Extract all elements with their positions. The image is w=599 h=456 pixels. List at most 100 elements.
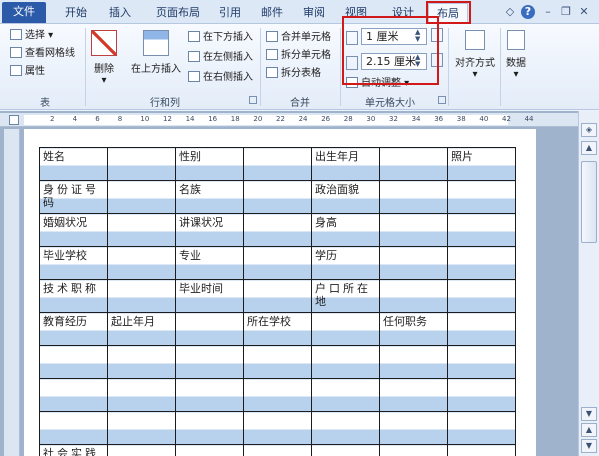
table-cell[interactable]: 户口所在地 <box>311 279 380 313</box>
delete-button[interactable]: 删除 ▾ <box>88 30 120 86</box>
table-cell[interactable] <box>175 345 244 379</box>
cell-size-dialog-launcher-icon[interactable] <box>438 96 446 104</box>
table-cell[interactable]: 身份证号码 <box>39 180 108 214</box>
table-cell[interactable] <box>379 213 448 247</box>
table-cell[interactable] <box>243 180 312 214</box>
table-cell[interactable]: 性别 <box>175 147 244 181</box>
table-cell[interactable] <box>107 180 176 214</box>
table-cell[interactable]: 名族 <box>175 180 244 214</box>
rows-cols-dialog-launcher-icon[interactable] <box>249 96 257 104</box>
horizontal-ruler[interactable]: 2 4 6 8 10 12 14 16 18 20 22 24 26 28 30 32 34 36 38 40 42 44 <box>0 113 578 127</box>
table-cell[interactable] <box>447 246 516 280</box>
table-cell[interactable] <box>311 345 380 379</box>
tab-mailings[interactable]: 邮件 <box>254 3 290 23</box>
table-cell[interactable] <box>107 411 176 445</box>
table-cell[interactable] <box>107 378 176 412</box>
table-cell[interactable] <box>243 213 312 247</box>
table-cell[interactable]: 毕业时间 <box>175 279 244 313</box>
table-cell[interactable]: 任何职务 <box>379 312 448 346</box>
resume-table[interactable]: 姓名 性别 出生年月 照片 身份证号码 名族 政治面貌 婚姻状况 讲课状况 身高 毕业学校 专业 学历技… <box>39 147 516 456</box>
table-cell[interactable]: 身高 <box>311 213 380 247</box>
merge-cells-button[interactable]: 合并单元格 <box>266 30 331 46</box>
table-cell[interactable] <box>243 411 312 445</box>
table-cell[interactable] <box>311 378 380 412</box>
table-cell[interactable] <box>39 345 108 379</box>
table-cell[interactable] <box>447 213 516 247</box>
table-cell[interactable] <box>175 411 244 445</box>
table-cell[interactable] <box>107 444 176 456</box>
table-cell[interactable]: 教育经历 <box>39 312 108 346</box>
table-cell[interactable] <box>447 180 516 214</box>
table-cell[interactable]: 技术职称 <box>39 279 108 313</box>
tab-insert[interactable]: 插入 <box>102 3 138 23</box>
table-cell[interactable] <box>447 345 516 379</box>
properties-button[interactable]: 属性 <box>10 64 45 80</box>
tab-page-layout[interactable]: 页面布局 <box>148 3 208 23</box>
restore-window-icon[interactable]: ❐ <box>559 5 573 19</box>
table-cell[interactable] <box>107 246 176 280</box>
tab-file[interactable]: 文件 <box>2 2 46 23</box>
table-cell[interactable] <box>379 180 448 214</box>
table-cell[interactable] <box>447 411 516 445</box>
table-cell[interactable] <box>379 345 448 379</box>
tab-references[interactable]: 引用 <box>212 3 248 23</box>
table-cell[interactable] <box>379 246 448 280</box>
split-table-button[interactable]: 拆分表格 <box>266 66 321 82</box>
table-cell[interactable] <box>107 147 176 181</box>
vertical-scrollbar[interactable]: ◈ ▲ ▼ ▲ ▼ <box>578 111 599 456</box>
table-cell[interactable]: 起止年月 <box>107 312 176 346</box>
table-cell[interactable] <box>107 345 176 379</box>
table-cell[interactable] <box>311 411 380 445</box>
table-cell[interactable] <box>175 378 244 412</box>
table-cell[interactable]: 照片 <box>447 147 516 181</box>
insert-right-button[interactable]: 在右侧插入 <box>188 70 253 86</box>
scroll-down-icon[interactable]: ▼ <box>581 407 597 421</box>
table-cell[interactable] <box>311 312 380 346</box>
table-cell[interactable]: 专业 <box>175 246 244 280</box>
table-cell[interactable] <box>447 378 516 412</box>
table-cell[interactable]: 政治面貌 <box>311 180 380 214</box>
table-cell[interactable] <box>447 444 516 456</box>
table-cell[interactable] <box>379 411 448 445</box>
view-gridlines-button[interactable]: 查看网格线 <box>10 46 75 62</box>
table-cell[interactable]: 所在学校 <box>243 312 312 346</box>
table-cell[interactable]: 社会实践 <box>39 444 108 456</box>
split-cells-button[interactable]: 拆分单元格 <box>266 48 331 64</box>
tab-review[interactable]: 审阅 <box>296 3 332 23</box>
vertical-ruler[interactable] <box>4 129 20 456</box>
tab-home[interactable]: 开始 <box>58 3 94 23</box>
table-cell[interactable]: 学历 <box>311 246 380 280</box>
table-cell[interactable] <box>107 213 176 247</box>
ruler-toggle-icon[interactable]: ◈ <box>581 123 597 137</box>
table-cell[interactable]: 出生年月 <box>311 147 380 181</box>
minimize-window-icon[interactable]: – <box>541 5 555 19</box>
table-cell[interactable] <box>243 147 312 181</box>
table-cell[interactable] <box>243 246 312 280</box>
table-cell[interactable] <box>39 411 108 445</box>
table-cell[interactable] <box>107 279 176 313</box>
insert-left-button[interactable]: 在左侧插入 <box>188 50 253 66</box>
table-cell[interactable]: 毕业学校 <box>39 246 108 280</box>
table-cell[interactable] <box>379 147 448 181</box>
table-cell[interactable] <box>379 444 448 456</box>
table-cell[interactable]: 婚姻状况 <box>39 213 108 247</box>
scroll-thumb[interactable] <box>581 161 597 243</box>
table-cell[interactable] <box>39 378 108 412</box>
table-cell[interactable] <box>175 444 244 456</box>
table-cell[interactable] <box>379 279 448 313</box>
scroll-up-icon[interactable]: ▲ <box>581 141 597 155</box>
table-cell[interactable] <box>175 312 244 346</box>
minimize-ribbon-icon[interactable]: ◇ <box>503 5 517 19</box>
insert-above-button[interactable]: 在上方插入 <box>128 30 184 75</box>
alignment-button[interactable]: 对齐方式 ▾ <box>452 30 498 80</box>
table-cell[interactable] <box>447 312 516 346</box>
table-cell[interactable] <box>243 345 312 379</box>
previous-page-icon[interactable]: ▲ <box>581 423 597 437</box>
table-cell[interactable] <box>379 378 448 412</box>
table-cell[interactable]: 姓名 <box>39 147 108 181</box>
table-cell[interactable] <box>243 279 312 313</box>
close-window-icon[interactable]: ✕ <box>577 5 591 19</box>
tab-selector-icon[interactable] <box>9 115 19 125</box>
next-page-icon[interactable]: ▼ <box>581 439 597 453</box>
table-cell[interactable] <box>447 279 516 313</box>
